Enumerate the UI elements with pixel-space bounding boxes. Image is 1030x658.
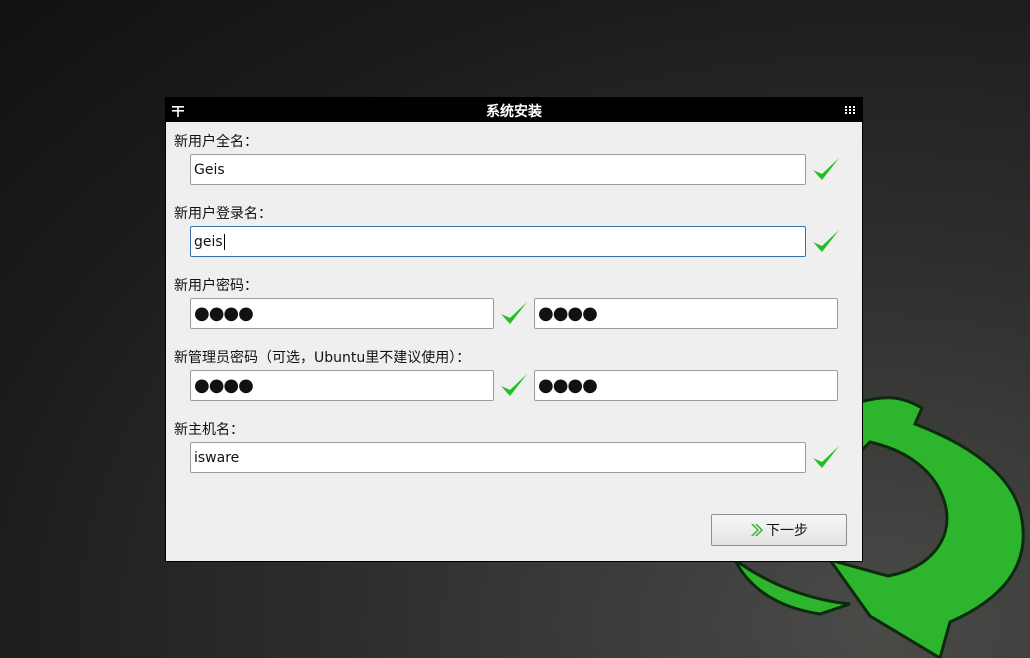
password-confirm-input[interactable]: ●●●● xyxy=(534,298,838,329)
fullname-value: Geis xyxy=(194,161,225,178)
installer-window: 系统安装 新用户全名： Geis 新用户登录名： geis 新用户密码： ●●●… xyxy=(165,97,863,562)
menu-icon[interactable] xyxy=(845,106,855,114)
hostname-value: isware xyxy=(194,449,240,466)
next-button-label: 下一步 xyxy=(766,523,808,539)
admin-password-confirm-input[interactable]: ●●●● xyxy=(534,370,838,401)
login-label: 新用户登录名： xyxy=(174,206,272,222)
admin-password-label: 新管理员密码（可选，Ubuntu里不建议使用）： xyxy=(174,350,471,366)
next-button[interactable]: 下一步 xyxy=(711,514,847,546)
checkmark-icon xyxy=(813,158,839,180)
double-chevron-right-icon xyxy=(751,524,763,536)
hostname-label: 新主机名： xyxy=(174,422,244,438)
checkmark-icon xyxy=(813,446,839,468)
admin-password-value: ●●●● xyxy=(194,375,254,396)
checkmark-icon xyxy=(813,230,839,252)
login-value: geis xyxy=(194,233,223,250)
admin-password-confirm-value: ●●●● xyxy=(538,375,598,396)
admin-password-input[interactable]: ●●●● xyxy=(190,370,494,401)
window-title: 系统安装 xyxy=(486,104,542,120)
checkmark-icon xyxy=(501,374,527,396)
password-value: ●●●● xyxy=(194,303,254,324)
fullname-input[interactable]: Geis xyxy=(190,154,806,185)
password-input[interactable]: ●●●● xyxy=(190,298,494,329)
fullname-label: 新用户全名： xyxy=(174,134,258,150)
title-bar[interactable]: 系统安装 xyxy=(166,98,862,122)
hostname-input[interactable]: isware xyxy=(190,442,806,473)
password-confirm-value: ●●●● xyxy=(538,303,598,324)
checkmark-icon xyxy=(501,302,527,324)
login-input[interactable]: geis xyxy=(190,226,806,257)
password-label: 新用户密码： xyxy=(174,278,258,294)
text-caret xyxy=(223,233,225,250)
